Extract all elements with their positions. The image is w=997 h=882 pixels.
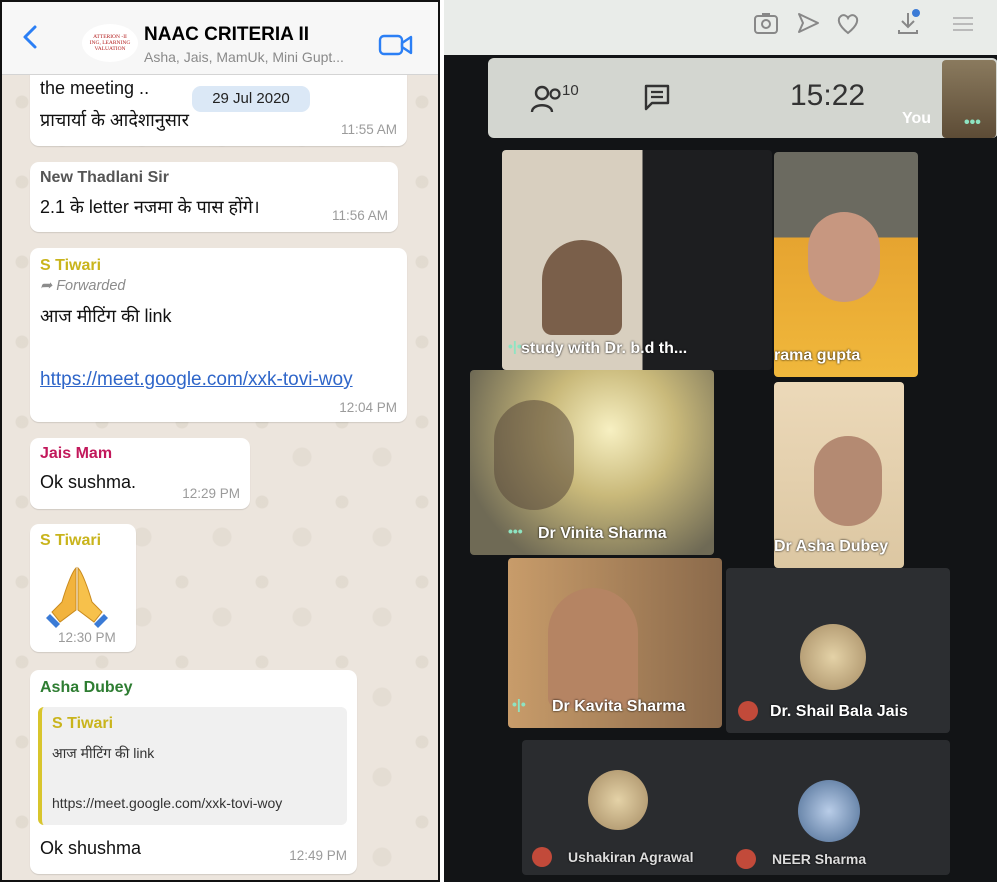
settings-sliders-icon[interactable] (949, 9, 977, 37)
message-time: 12:04 PM (339, 400, 397, 415)
message-time: 12:29 PM (182, 486, 240, 501)
message-text: Ok sushma. (40, 472, 137, 492)
participant-tile[interactable]: ••• rama gupta (774, 152, 918, 377)
participant-name: Dr Kavita Sharma (552, 698, 686, 715)
message-text: 2.1 के letter नजमा के पास होंगे। (40, 197, 260, 217)
date-chip: 29 Jul 2020 (192, 86, 310, 112)
participant-video (548, 588, 638, 708)
participant-tile[interactable]: ••• Dr Asha Dubey (774, 382, 904, 568)
participants-icon[interactable] (530, 84, 564, 114)
participant-video (542, 240, 622, 335)
message-bubble[interactable]: S Tiwari ➦ Forwarded आज मीटिंग की link h… (30, 248, 407, 422)
participant-tile[interactable]: ••• Dr Vinita Sharma (470, 370, 714, 555)
sender-name: New Thadlani Sir (40, 169, 169, 186)
message-text: the meeting .. (40, 78, 150, 98)
back-arrow-icon[interactable] (18, 24, 44, 50)
participant-name: Dr. Shail Bala Jais (770, 703, 908, 720)
self-more-dots-icon[interactable]: ••• (964, 114, 981, 132)
message-text: आज मीटिंग की link (40, 306, 172, 326)
meeting-clock: 15:22 (790, 79, 866, 112)
quote-text: आज मीटिंग की link (52, 745, 155, 761)
message-text: Ok shushma (40, 838, 142, 858)
group-title[interactable]: NAAC CRITERIA II (144, 24, 309, 46)
group-avatar[interactable]: ATTERION -II ING, LEARNING VALUATION (82, 24, 138, 62)
forward-icon: ➦ (40, 278, 57, 294)
photo-toolbar (444, 0, 997, 55)
sender-name: S Tiwari (40, 532, 102, 549)
participant-video (494, 400, 574, 510)
message-time: 12:49 PM (289, 848, 347, 863)
message-bubble[interactable]: Jais Mam Ok sushma. 12:29 PM (30, 438, 250, 509)
participant-tile[interactable]: NEER Sharma (726, 740, 950, 875)
participant-tile[interactable]: Dr. Shail Bala Jais (726, 568, 950, 733)
participant-avatar (588, 770, 648, 830)
forwarded-text: Forwarded (56, 278, 126, 294)
quoted-message[interactable]: S Tiwari आज मीटिंग की link https://meet.… (38, 707, 347, 825)
sender-name: S Tiwari (40, 257, 102, 274)
download-icon[interactable] (894, 9, 922, 37)
meet-top-bar: 10 15:22 You ••• (488, 58, 997, 138)
video-call-icon[interactable] (378, 32, 414, 58)
participant-name: Dr Asha Dubey (774, 538, 889, 555)
whatsapp-chat-panel: ATTERION -II ING, LEARNING VALUATION NAA… (0, 0, 440, 882)
message-text: प्राचार्या के आदेशानुसार (40, 110, 189, 130)
participant-name: Dr Vinita Sharma (538, 525, 667, 542)
participant-video (808, 212, 880, 302)
participant-avatar (798, 780, 860, 842)
folded-hands-emoji-icon (46, 566, 108, 628)
google-meet-panel: 10 15:22 You ••• •|• study with Dr. b.d … (444, 0, 997, 882)
group-members[interactable]: Asha, Jais, MamUk, Mini Gupt... (144, 49, 344, 65)
message-time: 12:30 PM (58, 630, 116, 645)
meeting-link[interactable]: https://meet.google.com/xxk-tovi-woy (40, 369, 353, 391)
chat-header: ATTERION -II ING, LEARNING VALUATION NAA… (2, 2, 438, 75)
sender-name: Asha Dubey (40, 679, 133, 696)
forwarded-label: ➦ Forwarded (40, 278, 126, 294)
avatar-text-3: VALUATION (94, 46, 126, 52)
message-bubble[interactable]: New Thadlani Sir 2.1 के letter नजमा के प… (30, 162, 398, 232)
participant-video (814, 436, 882, 526)
sender-name: Jais Mam (40, 445, 113, 462)
message-time: 11:56 AM (331, 208, 388, 223)
quote-sender: S Tiwari (52, 715, 114, 732)
participant-name: rama gupta (774, 347, 861, 364)
chat-icon[interactable] (642, 82, 672, 112)
send-icon[interactable] (794, 9, 822, 37)
participant-name: study with Dr. b.d th... (521, 340, 688, 357)
quote-link: https://meet.google.com/xxk-tovi-woy (52, 795, 283, 811)
participant-name: NEER Sharma (772, 851, 867, 867)
participant-tile[interactable]: Ushakiran Agrawal (522, 740, 736, 875)
participant-count: 10 (562, 82, 579, 99)
message-bubble[interactable]: S Tiwari 12:30 PM (30, 524, 136, 652)
camera-icon[interactable] (752, 9, 780, 37)
participant-name: Ushakiran Agrawal (568, 849, 694, 865)
self-view-label: You (902, 110, 932, 127)
participant-tile[interactable]: •|• study with Dr. b.d th... (502, 150, 772, 370)
participant-avatar (800, 624, 866, 690)
heart-icon[interactable] (834, 9, 862, 37)
participant-tile[interactable]: •|• Dr Kavita Sharma (508, 558, 722, 728)
message-time: 11:55 AM (340, 122, 397, 137)
message-bubble[interactable]: Asha Dubey S Tiwari आज मीटिंग की link ht… (30, 670, 357, 874)
